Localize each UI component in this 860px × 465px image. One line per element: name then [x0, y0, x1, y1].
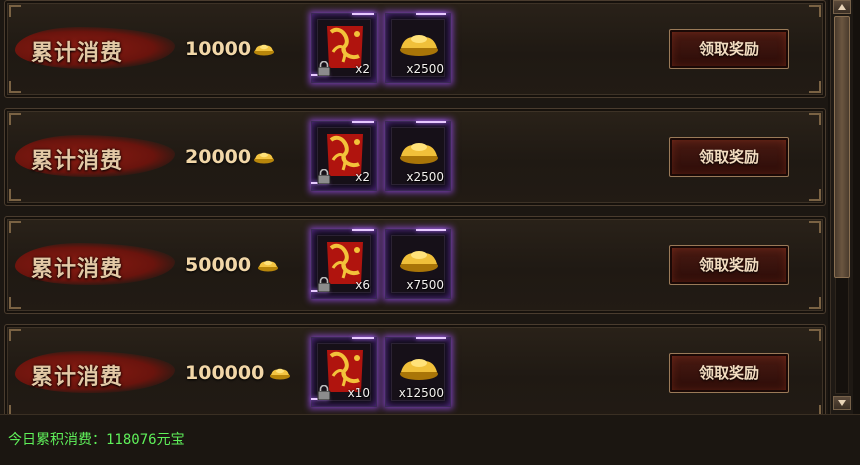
- frame-corner: [9, 189, 21, 201]
- frame-corner: [9, 113, 21, 125]
- reward-quantity: x2500: [406, 170, 444, 184]
- frame-corner: [809, 81, 821, 93]
- reward-slot[interactable]: x2: [311, 13, 377, 83]
- claim-reward-button[interactable]: 领取奖励: [669, 353, 789, 393]
- status-bar: 今日累积消费：118076元宝: [0, 414, 860, 465]
- reward-row: 累计消费 100000 x10 x12500 领取奖励: [4, 324, 826, 414]
- claim-reward-button[interactable]: 领取奖励: [669, 29, 789, 69]
- tier-label: 累计消费: [31, 149, 124, 174]
- gold-ingot-icon: [400, 251, 438, 272]
- reward-quantity: x2: [355, 62, 370, 76]
- frame-corner: [9, 81, 21, 93]
- gold-ingot-icon: [254, 152, 274, 164]
- daily-spend-total: 今日累积消费：118076元宝: [8, 432, 185, 448]
- frame-corner: [9, 297, 21, 309]
- frame-corner: [9, 221, 21, 233]
- gold-ingot-icon: [400, 143, 438, 164]
- gold-ingot-icon: [258, 260, 278, 272]
- frame-corner: [809, 221, 821, 233]
- scroll-thumb[interactable]: [834, 16, 850, 278]
- tier-label: 累计消费: [31, 365, 124, 390]
- scroll-down-button[interactable]: [833, 396, 851, 410]
- frame-corner: [9, 5, 21, 17]
- frame-corner: [809, 405, 821, 414]
- tier-amount: 20000: [185, 146, 252, 168]
- reward-slot[interactable]: x6: [311, 229, 377, 299]
- reward-quantity: x10: [347, 386, 370, 400]
- claim-reward-button[interactable]: 领取奖励: [669, 245, 789, 285]
- reward-quantity: x7500: [406, 278, 444, 292]
- frame-corner: [9, 405, 21, 414]
- frame-corner: [9, 329, 21, 341]
- tier-label: 累计消费: [31, 257, 124, 282]
- lock-icon: [317, 385, 331, 400]
- lock-icon: [317, 169, 331, 184]
- reward-row: 累计消费 50000 x6 x7500 领取奖励: [4, 216, 826, 314]
- gold-ingot-icon: [270, 368, 290, 380]
- gold-ingot-icon: [400, 35, 438, 56]
- reward-slot[interactable]: x12500: [385, 337, 451, 407]
- reward-slot[interactable]: x2500: [385, 13, 451, 83]
- scroll-up-button[interactable]: [833, 0, 851, 14]
- claim-reward-button[interactable]: 领取奖励: [669, 137, 789, 177]
- frame-corner: [809, 329, 821, 341]
- reward-slot[interactable]: x2: [311, 121, 377, 191]
- gold-ingot-icon: [254, 44, 274, 56]
- reward-quantity: x12500: [398, 386, 444, 400]
- lock-icon: [317, 277, 331, 292]
- tier-amount: 10000: [185, 38, 252, 60]
- frame-corner: [809, 297, 821, 309]
- tier-amount: 50000: [185, 254, 252, 276]
- frame-corner: [809, 189, 821, 201]
- reward-quantity: x2500: [406, 62, 444, 76]
- frame-corner: [809, 5, 821, 17]
- reward-quantity: x6: [355, 278, 370, 292]
- reward-quantity: x2: [355, 170, 370, 184]
- reward-slot[interactable]: x2500: [385, 121, 451, 191]
- lock-icon: [317, 61, 331, 76]
- gold-ingot-icon: [400, 359, 438, 380]
- tier-amount: 100000: [185, 362, 265, 384]
- reward-list: 累计消费 10000 x2 x2500 领取奖励 累计消费 20000 x2 x…: [0, 0, 828, 414]
- reward-row: 累计消费 20000 x2 x2500 领取奖励: [4, 108, 826, 206]
- reward-slot[interactable]: x10: [311, 337, 377, 407]
- vertical-scrollbar[interactable]: [830, 0, 853, 414]
- frame-corner: [809, 113, 821, 125]
- reward-row: 累计消费 10000 x2 x2500 领取奖励: [4, 0, 826, 98]
- tier-label: 累计消费: [31, 41, 124, 66]
- reward-slot[interactable]: x7500: [385, 229, 451, 299]
